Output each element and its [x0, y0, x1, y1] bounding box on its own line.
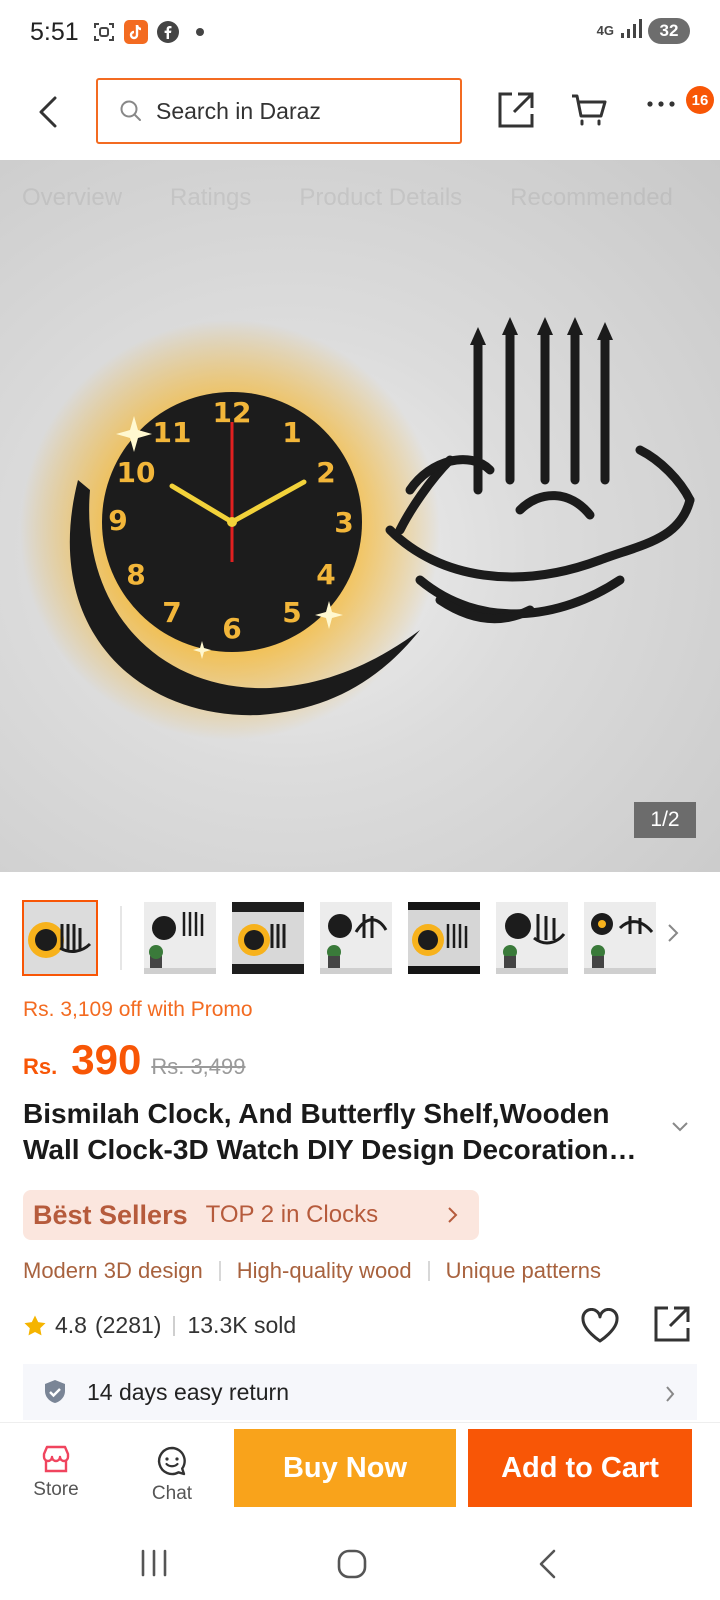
- status-right: 4G 32: [597, 18, 690, 44]
- feature-divider: [218, 1261, 221, 1281]
- cart-icon: [572, 94, 607, 126]
- home-icon: [337, 1549, 367, 1579]
- search-input[interactable]: Search in Daraz: [96, 78, 462, 144]
- thumbnail-7[interactable]: [584, 902, 656, 974]
- status-time: 5:51: [30, 18, 79, 46]
- recents-button[interactable]: [138, 1548, 178, 1584]
- best-sellers-rank: TOP 2 in Clocks: [205, 1201, 379, 1228]
- thumbnail-divider: [120, 906, 122, 970]
- rating-divider: [173, 1315, 176, 1336]
- clock-number: 4: [316, 558, 335, 591]
- add-to-cart-button[interactable]: Add to Cart: [468, 1429, 692, 1507]
- product-title[interactable]: Bismilah Clock, And Butterfly Shelf,Wood…: [23, 1096, 663, 1168]
- thumbnail-1[interactable]: [22, 900, 98, 976]
- chevron-right-icon: [447, 1205, 461, 1225]
- search-icon: [120, 100, 141, 121]
- back-icon: [39, 96, 57, 128]
- cart-badge: 16: [686, 86, 714, 114]
- thumbnail-2[interactable]: [144, 902, 216, 974]
- sold-count: 13.3K sold: [187, 1312, 297, 1338]
- tiktok-icon: [124, 20, 148, 44]
- thumbnail-6[interactable]: [496, 902, 568, 974]
- clock-number: 3: [334, 506, 353, 539]
- thumbnail-strip: [22, 900, 702, 976]
- clock-number: 1: [282, 416, 301, 449]
- return-policy-text: 14 days easy return: [87, 1378, 290, 1405]
- best-sellers-banner[interactable]: Bëst Sellers TOP 2 in Clocks: [23, 1190, 479, 1240]
- more-button[interactable]: [646, 96, 686, 130]
- back-nav-button[interactable]: [536, 1548, 576, 1584]
- network-type: 4G: [596, 23, 614, 38]
- chevron-right-icon: [665, 1382, 677, 1402]
- return-policy-row[interactable]: 14 days easy return: [23, 1364, 697, 1420]
- recents-icon: [141, 1549, 167, 1577]
- share-icon: [498, 92, 534, 128]
- top-navigation: Search in Daraz: [0, 66, 720, 158]
- feature-tag: Unique patterns: [445, 1258, 601, 1283]
- chat-icon: [157, 1446, 186, 1476]
- thumbnail-5[interactable]: [408, 902, 480, 974]
- thumbnail-4[interactable]: [320, 902, 392, 974]
- chevron-right-icon[interactable]: [666, 922, 686, 952]
- store-icon: [42, 1445, 70, 1473]
- share-icon: [654, 1306, 690, 1342]
- feature-divider: [427, 1261, 430, 1281]
- signal-icon: [620, 18, 642, 44]
- clock-number: 10: [117, 456, 156, 489]
- best-sellers-label: Bëst Sellers: [33, 1199, 188, 1230]
- back-icon: [539, 1549, 556, 1579]
- thumbnail-3[interactable]: [232, 902, 304, 974]
- back-button[interactable]: [30, 92, 66, 132]
- status-bar: 5:51 4G 32: [0, 0, 720, 66]
- review-count: (2281): [94, 1312, 162, 1338]
- store-label: Store: [33, 1479, 79, 1500]
- facebook-icon: [156, 20, 180, 44]
- store-button[interactable]: Store: [16, 1445, 96, 1501]
- search-placeholder: Search in Daraz: [156, 97, 321, 124]
- clock-number: 6: [222, 612, 241, 645]
- feature-tags: Modern 3D design High-quality wood Uniqu…: [23, 1258, 601, 1284]
- cart-button[interactable]: [570, 92, 614, 136]
- clock-number: 5: [282, 596, 301, 629]
- notification-icons: [92, 20, 212, 44]
- price-value: 390: [71, 1036, 142, 1083]
- star-icon: [24, 1315, 46, 1335]
- battery-icon: 32: [648, 18, 690, 44]
- feature-tag: Modern 3D design: [23, 1258, 203, 1283]
- image-page-indicator: 1/2: [634, 802, 696, 838]
- chat-label: Chat: [151, 1483, 193, 1504]
- product-image-carousel[interactable]: Overview Ratings Product Details Recomme…: [0, 160, 720, 872]
- chat-button[interactable]: Chat: [132, 1445, 212, 1505]
- original-price: Rs. 3,499: [151, 1054, 246, 1079]
- price-row: Rs. 390 Rs. 3,499: [23, 1036, 246, 1084]
- bottom-action-bar: Store Chat Buy Now Add to Cart: [0, 1422, 720, 1534]
- share-button[interactable]: [496, 90, 540, 134]
- clock-number: 2: [316, 456, 335, 489]
- buy-now-button[interactable]: Buy Now: [234, 1429, 456, 1507]
- feature-tag: High-quality wood: [236, 1258, 412, 1283]
- heart-icon: [581, 1308, 619, 1343]
- product-image: 12 1 2 3 4 5 6 7 8 9 10 11: [20, 317, 695, 740]
- system-navigation-bar: [0, 1534, 720, 1600]
- wishlist-button[interactable]: [580, 1308, 622, 1348]
- more-icon: [647, 101, 675, 107]
- promo-text: Rs. 3,109 off with Promo: [23, 998, 253, 1021]
- clock-number: 7: [162, 596, 181, 629]
- clock-number: 11: [153, 416, 192, 449]
- screenshot-icon: [92, 20, 116, 44]
- dot-icon: [188, 20, 212, 44]
- chevron-down-icon[interactable]: [670, 1120, 694, 1138]
- home-button[interactable]: [336, 1548, 376, 1584]
- rating-row[interactable]: 4.8 (2281) 13.3K sold: [23, 1312, 296, 1339]
- share-button[interactable]: [652, 1304, 694, 1346]
- shield-icon: [45, 1380, 65, 1403]
- rating-value: 4.8: [55, 1312, 87, 1338]
- clock-number: 8: [126, 558, 145, 591]
- price-currency: Rs.: [23, 1054, 58, 1079]
- clock-number: 9: [108, 504, 127, 537]
